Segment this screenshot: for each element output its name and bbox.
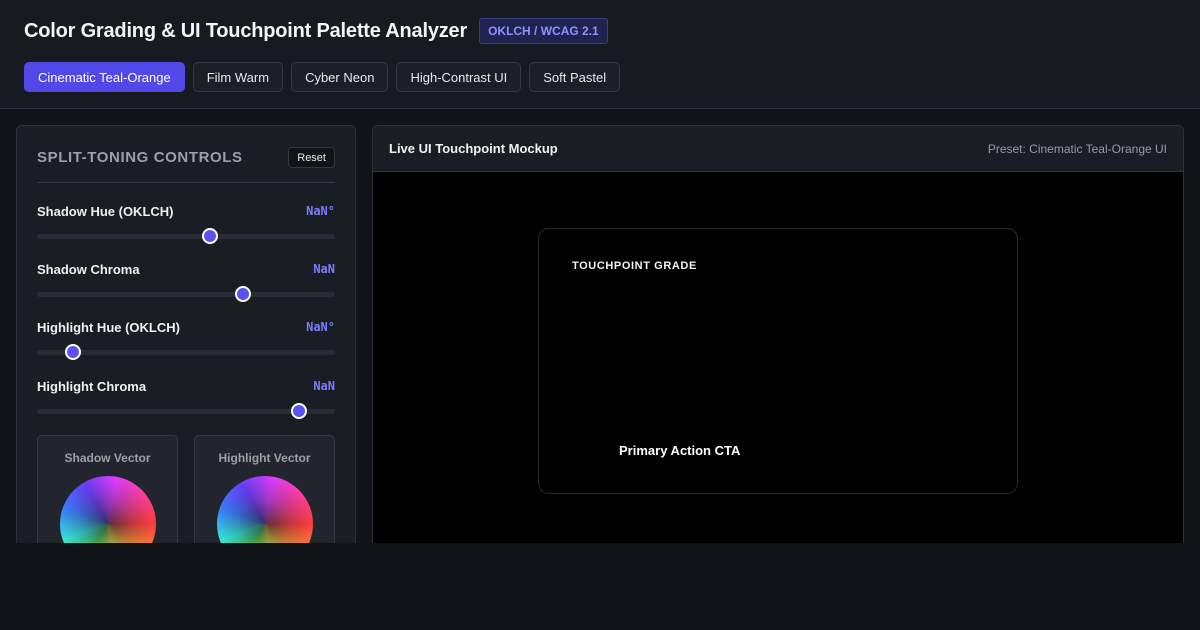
- highlight-chroma-slider-group: Highlight Chroma NaN: [37, 379, 335, 427]
- touchpoint-grade-label: TOUCHPOINT GRADE: [572, 260, 697, 272]
- primary-action-cta-button[interactable]: Primary Action CTA: [619, 443, 740, 458]
- highlight-chroma-label: Highlight Chroma: [37, 379, 147, 394]
- preset-soft-pastel-button[interactable]: Soft Pastel: [529, 62, 621, 92]
- mockup-title: Live UI Touchpoint Mockup: [389, 141, 558, 156]
- controls-title: SPLIT-TONING CONTROLS: [37, 149, 243, 166]
- reset-button[interactable]: Reset: [288, 147, 335, 168]
- preset-cyber-neon-button[interactable]: Cyber Neon: [291, 62, 389, 92]
- shadow-vector-card: Shadow Vector: [37, 435, 178, 543]
- shadow-chroma-value: NaN: [313, 262, 335, 276]
- highlight-color-wheel[interactable]: [217, 476, 313, 543]
- preset-high-contrast-ui-button[interactable]: High-Contrast UI: [396, 62, 522, 92]
- shadow-hue-label: Shadow Hue (OKLCH): [37, 204, 174, 219]
- highlight-hue-label: Highlight Hue (OKLCH): [37, 320, 180, 335]
- shadow-color-wheel[interactable]: [60, 476, 156, 543]
- preset-cinematic-teal-orange-button[interactable]: Cinematic Teal-Orange: [24, 62, 185, 92]
- app-header: Color Grading & UI Touchpoint Palette An…: [0, 0, 1200, 109]
- shadow-hue-thumb[interactable]: [201, 228, 218, 244]
- touchpoint-mockup-panel: Live UI Touchpoint Mockup Preset: Cinema…: [372, 125, 1184, 543]
- standard-badge: OKLCH / WCAG 2.1: [479, 18, 608, 44]
- active-preset-text: Preset: Cinematic Teal-Orange UI: [987, 142, 1167, 156]
- shadow-vector-label: Shadow Vector: [64, 451, 151, 465]
- highlight-hue-slider-group: Highlight Hue (OKLCH) NaN°: [37, 320, 335, 368]
- highlight-vector-card: Highlight Vector: [194, 435, 335, 543]
- highlight-chroma-value: NaN: [313, 379, 335, 393]
- preset-film-warm-button[interactable]: Film Warm: [192, 62, 284, 92]
- mockup-header: Live UI Touchpoint Mockup Preset: Cinema…: [373, 126, 1183, 172]
- highlight-chroma-thumb[interactable]: [291, 403, 308, 419]
- shadow-hue-value: NaN°: [306, 204, 335, 218]
- shadow-chroma-thumb[interactable]: [234, 286, 251, 302]
- preset-bar: Cinematic Teal-Orange Film Warm Cyber Ne…: [24, 62, 621, 92]
- shadow-hue-track[interactable]: [37, 234, 335, 239]
- highlight-hue-value: NaN°: [306, 320, 335, 334]
- highlight-vector-label: Highlight Vector: [218, 451, 311, 465]
- shadow-chroma-track[interactable]: [37, 292, 335, 297]
- touchpoint-card: TOUCHPOINT GRADE Primary Action CTA: [538, 228, 1018, 494]
- controls-header: SPLIT-TONING CONTROLS Reset: [37, 146, 335, 183]
- page-title: Color Grading & UI Touchpoint Palette An…: [24, 19, 468, 42]
- split-toning-panel: SPLIT-TONING CONTROLS Reset Shadow Hue (…: [16, 125, 356, 543]
- highlight-hue-thumb[interactable]: [64, 344, 81, 360]
- title-row: Color Grading & UI Touchpoint Palette An…: [24, 18, 608, 44]
- shadow-hue-slider-group: Shadow Hue (OKLCH) NaN°: [37, 204, 335, 252]
- highlight-hue-track[interactable]: [37, 350, 335, 355]
- shadow-chroma-label: Shadow Chroma: [37, 262, 140, 277]
- shadow-chroma-slider-group: Shadow Chroma NaN: [37, 262, 335, 310]
- content-viewport: SPLIT-TONING CONTROLS Reset Shadow Hue (…: [0, 109, 1200, 543]
